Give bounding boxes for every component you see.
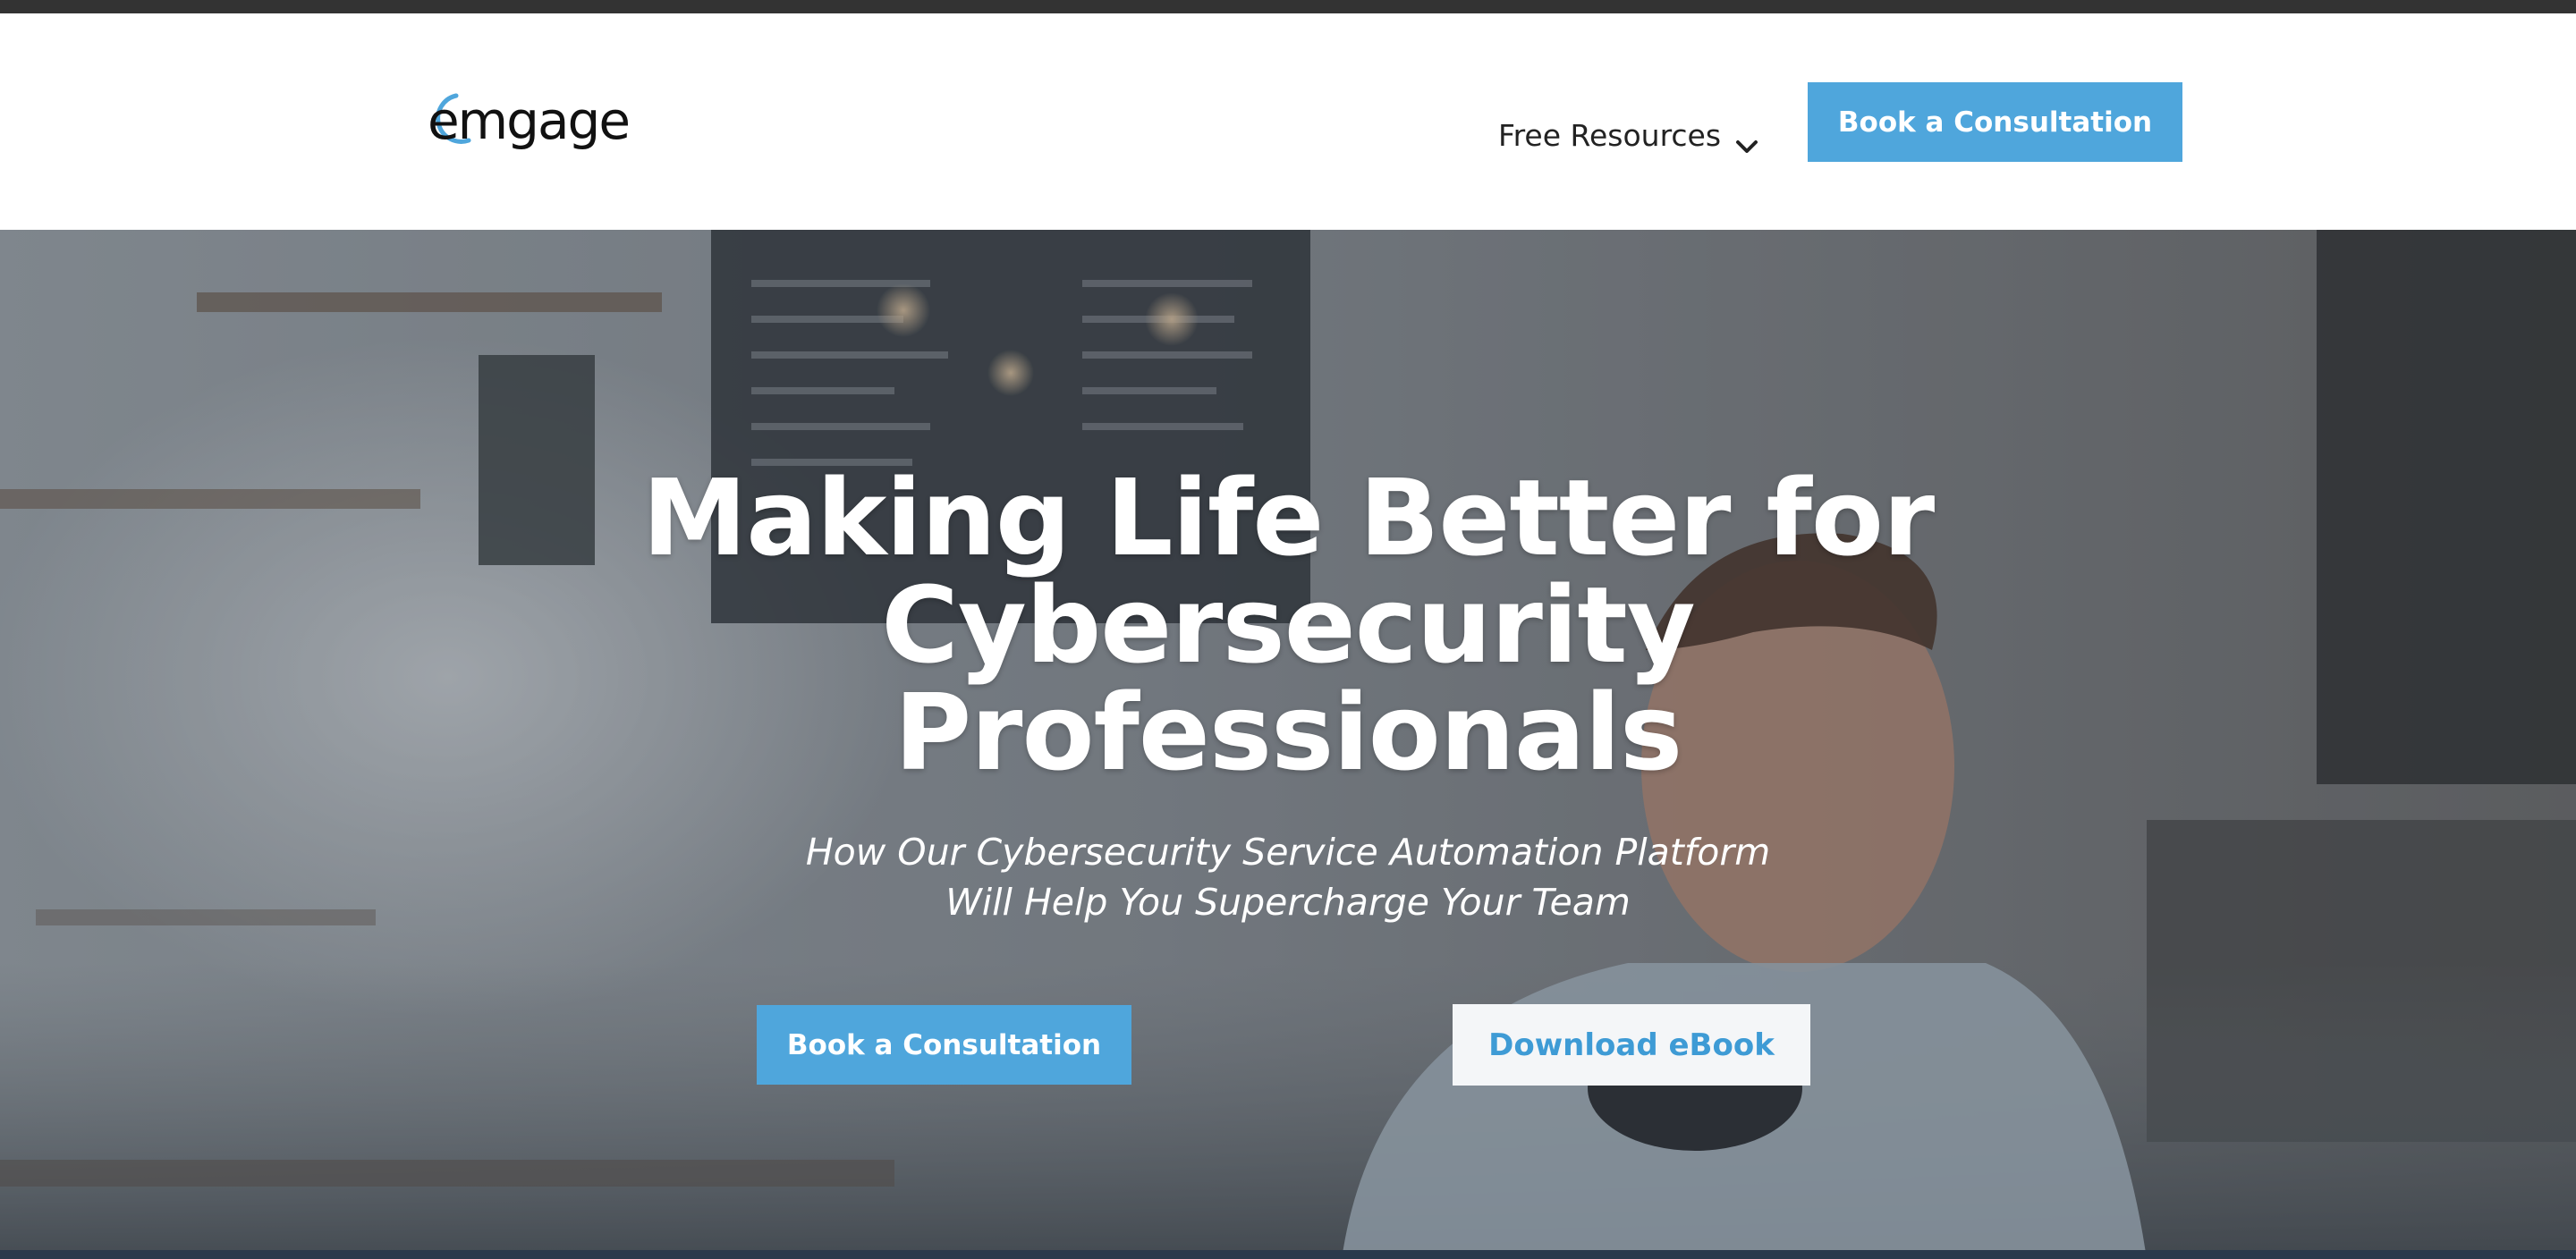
logo-mark: emgage <box>428 90 631 151</box>
hero-title-line-3: Professionals <box>894 671 1682 794</box>
hero-title-line-2: Cybersecurity <box>881 563 1695 687</box>
svg-text:emgage: emgage <box>428 90 629 151</box>
hero-section: Making Life Better for Cybersecurity Pro… <box>0 230 2576 1259</box>
free-resources-menu[interactable]: Free Resources <box>1498 113 1758 157</box>
browser-top-strip <box>0 0 2576 13</box>
chevron-down-icon <box>1735 127 1758 153</box>
free-resources-label: Free Resources <box>1498 117 1722 153</box>
hero-title-line-1: Making Life Better for <box>641 456 1935 579</box>
hero-bottom-edge <box>0 1250 2576 1259</box>
site-header: emgage Free Resources Book a Consultatio… <box>0 13 2576 230</box>
hero-title: Making Life Better for Cybersecurity Pro… <box>572 464 2004 786</box>
hero-subtitle-line-1: How Our Cybersecurity Service Automation… <box>805 831 1771 874</box>
header-book-consultation-button[interactable]: Book a Consultation <box>1808 82 2182 162</box>
emgage-logo[interactable]: emgage <box>420 85 644 156</box>
hero-subtitle-line-2: Will Help You Supercharge Your Team <box>945 881 1631 924</box>
hero-book-consultation-button[interactable]: Book a Consultation <box>757 1005 1131 1085</box>
download-ebook-button[interactable]: Download eBook <box>1453 1004 1810 1086</box>
hero-subtitle: How Our Cybersecurity Service Automation… <box>751 827 1825 927</box>
